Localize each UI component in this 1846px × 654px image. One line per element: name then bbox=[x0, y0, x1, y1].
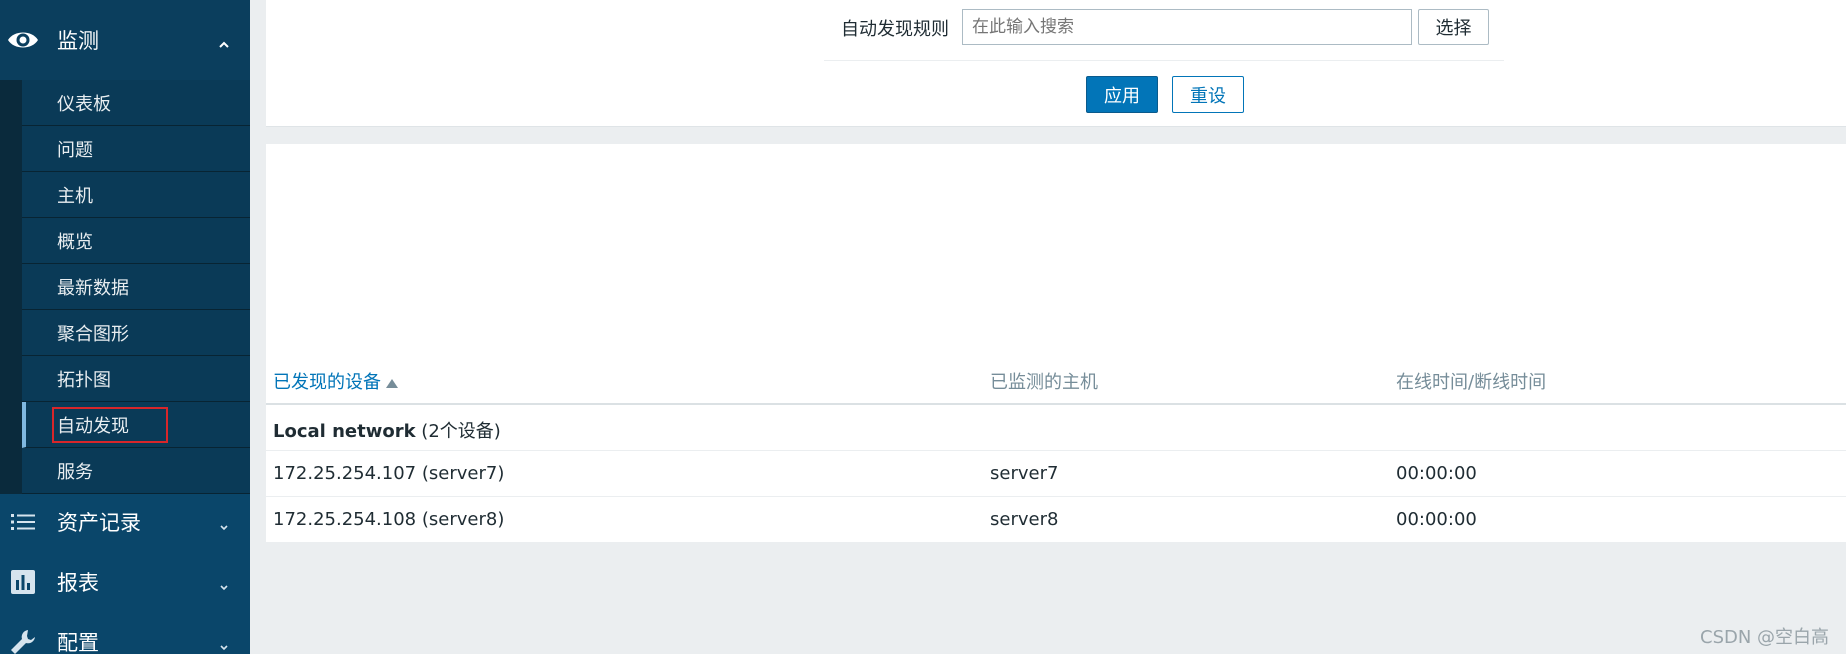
sort-asc-icon bbox=[386, 378, 398, 388]
group-name: Local network bbox=[273, 421, 416, 442]
sidebar-section-configuration[interactable]: 配置 bbox=[0, 618, 250, 654]
host-cell: server8 bbox=[990, 509, 1059, 530]
sidebar-item-services[interactable]: 服务 bbox=[22, 448, 250, 494]
device-cell: 172.25.254.107 (server7) bbox=[273, 463, 505, 484]
column-header-discovered-devices[interactable]: 已发现的设备 bbox=[273, 368, 398, 394]
wrench-icon bbox=[6, 625, 40, 654]
sidebar-item-latest-data[interactable]: 最新数据 bbox=[22, 264, 250, 310]
filter-panel: 自动发现规则 选择 应用 重设 bbox=[266, 0, 1846, 127]
sidebar-item-label: 问题 bbox=[57, 139, 93, 161]
device-cell: 172.25.254.108 (server8) bbox=[273, 509, 505, 530]
sidebar-item-label: 最新数据 bbox=[57, 277, 129, 299]
discovery-rule-label: 自动发现规则 bbox=[841, 19, 949, 40]
uptime-cell: 00:00:00 bbox=[1396, 509, 1477, 530]
sidebar-section-reports[interactable]: 报表 bbox=[0, 558, 250, 606]
host-cell: server7 bbox=[990, 463, 1059, 484]
group-cell: Local network (2个设备) bbox=[273, 417, 501, 443]
sidebar-item-discovery[interactable]: 自动发现 bbox=[22, 402, 250, 448]
sidebar-section-label: 资产记录 bbox=[57, 511, 141, 535]
discovery-rule-input[interactable] bbox=[962, 9, 1412, 45]
discovery-table: 已发现的设备 已监测的主机 在线时间/断线时间 Local network (2… bbox=[266, 144, 1846, 543]
monitoring-submenu: 仪表板 问题 主机 概览 最新数据 聚合图形 拓扑图 自动发现 服务 bbox=[0, 80, 250, 494]
sidebar-item-label: 服务 bbox=[57, 461, 93, 483]
sidebar-section-inventory[interactable]: 资产记录 bbox=[0, 498, 250, 546]
sidebar-item-hosts[interactable]: 主机 bbox=[22, 172, 250, 218]
highlight-box bbox=[52, 407, 168, 443]
sidebar-item-label: 拓扑图 bbox=[57, 369, 111, 391]
filter-divider bbox=[824, 60, 1504, 61]
column-header-label: 已发现的设备 bbox=[273, 372, 381, 393]
sidebar-item-label: 仪表板 bbox=[57, 93, 111, 115]
bar-chart-icon bbox=[6, 565, 40, 599]
column-header-monitored-host: 已监测的主机 bbox=[990, 372, 1098, 393]
sidebar-item-label: 概览 bbox=[57, 231, 93, 253]
apply-button[interactable]: 应用 bbox=[1086, 76, 1158, 113]
reset-button[interactable]: 重设 bbox=[1172, 76, 1244, 113]
sidebar-item-label: 聚合图形 bbox=[57, 323, 129, 345]
sidebar-section-monitoring[interactable]: 监测 bbox=[0, 0, 250, 80]
sidebar: 监测 仪表板 问题 主机 概览 最新数据 聚合图形 拓扑图 自动发现 服务 资产… bbox=[0, 0, 250, 654]
sidebar-section-label: 报表 bbox=[57, 571, 99, 595]
chevron-down-icon bbox=[217, 635, 231, 651]
eye-icon bbox=[6, 23, 40, 57]
group-count: (2个设备) bbox=[421, 421, 501, 442]
sidebar-section-label: 配置 bbox=[57, 631, 99, 654]
chevron-down-icon bbox=[217, 515, 231, 531]
sidebar-item-overview[interactable]: 概览 bbox=[22, 218, 250, 264]
sidebar-item-label: 主机 bbox=[57, 185, 93, 207]
sidebar-item-screens[interactable]: 聚合图形 bbox=[22, 310, 250, 356]
table-group-row: Local network (2个设备) bbox=[266, 405, 1846, 451]
watermark: CSDN @空白高 bbox=[1700, 627, 1830, 648]
select-button[interactable]: 选择 bbox=[1418, 9, 1489, 45]
table-row: 172.25.254.107 (server7) server7 00:00:0… bbox=[266, 451, 1846, 497]
sidebar-item-dashboard[interactable]: 仪表板 bbox=[22, 80, 250, 126]
table-row: 172.25.254.108 (server8) server8 00:00:0… bbox=[266, 497, 1846, 543]
sidebar-item-maps[interactable]: 拓扑图 bbox=[22, 356, 250, 402]
uptime-cell: 00:00:00 bbox=[1396, 463, 1477, 484]
sidebar-section-label: 监测 bbox=[57, 29, 99, 53]
chevron-down-icon bbox=[217, 575, 231, 591]
sidebar-item-problems[interactable]: 问题 bbox=[22, 126, 250, 172]
column-header-uptime: 在线时间/断线时间 bbox=[1396, 372, 1547, 393]
chevron-up-icon bbox=[217, 33, 231, 48]
list-icon bbox=[6, 505, 40, 539]
